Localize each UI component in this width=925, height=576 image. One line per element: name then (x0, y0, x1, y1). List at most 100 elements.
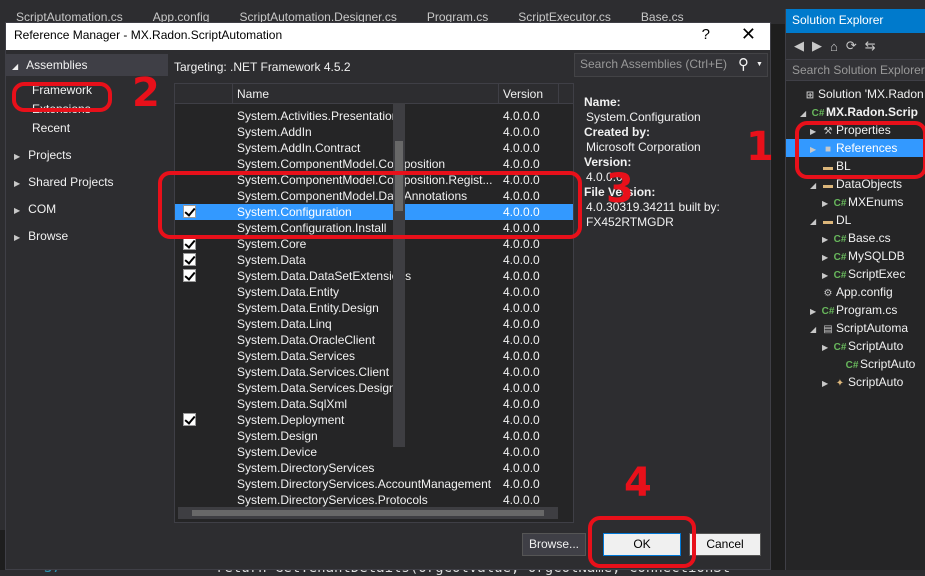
table-row[interactable]: System.Design 4.0.0.0 (175, 428, 573, 444)
back-icon[interactable]: ◀ (794, 38, 804, 54)
editor-tab[interactable]: App.config (137, 0, 224, 24)
search-icon[interactable]: ⚲ (738, 55, 749, 73)
table-row[interactable]: System.Data.Services.Client 4.0.0.0 (175, 364, 573, 380)
help-button[interactable]: ? (702, 26, 710, 43)
home-icon[interactable]: ⌂ (830, 39, 838, 54)
forward-icon[interactable]: ▶ (812, 38, 822, 54)
tree-item[interactable]: ▶ C# MySQLDB (786, 247, 925, 265)
tree-item[interactable]: ▶ C# ScriptAuto (786, 337, 925, 355)
tree-item[interactable]: ▶ ✦ ScriptAuto (786, 373, 925, 391)
checkbox-cell[interactable] (175, 316, 233, 332)
check-icon[interactable] (183, 413, 196, 426)
solution-search-input[interactable]: Search Solution Explorer (Ctrl+;) (786, 59, 925, 81)
table-row[interactable]: System.Data.Services 4.0.0.0 (175, 348, 573, 364)
check-icon[interactable] (183, 269, 196, 282)
table-row[interactable]: System.Data.DataSetExtensions 4.0.0.0 (175, 268, 573, 284)
checkbox-cell[interactable] (175, 332, 233, 348)
editor-tab[interactable]: ScriptAutomation.Designer.cs (223, 0, 410, 24)
table-row[interactable]: System.DirectoryServices.Protocols 4.0.0.… (175, 492, 573, 508)
table-row[interactable]: System.AddIn.Contract 4.0.0.0 (175, 140, 573, 156)
name-column-header[interactable]: Name (233, 84, 499, 103)
table-row[interactable]: System.Data.Linq 4.0.0.0 (175, 316, 573, 332)
close-button[interactable]: ✕ (741, 24, 756, 45)
assembly-name: System.DirectoryServices.AccountManageme… (237, 477, 492, 491)
assembly-name: System.ComponentModel.Composition (237, 157, 446, 171)
nav-shared-projects[interactable]: ▶ Shared Projects (6, 169, 168, 196)
checkbox-cell[interactable] (175, 252, 233, 268)
nav-browse-label: Browse (28, 229, 69, 243)
table-row[interactable]: System.Data 4.0.0.0 (175, 252, 573, 268)
table-row[interactable]: System.Device 4.0.0.0 (175, 444, 573, 460)
checkbox-cell[interactable] (175, 156, 233, 172)
nav-browse[interactable]: ▶ Browse (6, 223, 168, 250)
dialog-title: Reference Manager - MX.Radon.ScriptAutom… (14, 28, 283, 42)
table-row[interactable]: System.ComponentModel.Composition 4.0.0.0 (175, 156, 573, 172)
nav-com[interactable]: ▶ COM (6, 196, 168, 223)
tree-item[interactable]: ▶ C# MXEnums (786, 193, 925, 211)
table-row[interactable]: System.Deployment 4.0.0.0 (175, 412, 573, 428)
editor-tab[interactable]: Program.cs (411, 0, 502, 24)
table-row[interactable]: System.Data.Entity.Design 4.0.0.0 (175, 300, 573, 316)
left-nav: ◢ Assemblies Framework Extensions Recent … (6, 50, 168, 515)
checkbox-cell[interactable] (175, 428, 233, 444)
assembly-version: 4.0.0.0 (503, 365, 540, 379)
table-row[interactable]: System.Activities.Presentation 4.0.0.0 (175, 108, 573, 124)
browse-button[interactable]: Browse... (522, 533, 586, 556)
checkbox-cell[interactable] (175, 284, 233, 300)
checkbox-cell[interactable] (175, 300, 233, 316)
sync-icon[interactable]: ⇆ (865, 38, 876, 54)
editor-tab[interactable]: Base.cs (625, 0, 698, 24)
table-row[interactable]: System.Data.OracleClient 4.0.0.0 (175, 332, 573, 348)
tree-item[interactable]: ⚙ App.config (786, 283, 925, 301)
expand-icon[interactable]: ▶ (822, 375, 832, 393)
checkbox-cell[interactable] (175, 380, 233, 396)
assembly-name: System.Data.Linq (237, 317, 332, 331)
cancel-button[interactable]: Cancel (689, 533, 761, 556)
history-icon[interactable]: ⟳ (846, 38, 857, 54)
check-column-header[interactable] (175, 84, 233, 103)
nav-projects[interactable]: ▶ Projects (6, 142, 168, 169)
editor-tab[interactable]: ScriptExecutor.cs (502, 0, 625, 24)
table-row[interactable]: System.DirectoryServices.AccountManageme… (175, 476, 573, 492)
tree-item[interactable]: ▶ C# Program.cs (786, 301, 925, 319)
tree-item[interactable]: ◢ C# MX.Radon.Scrip (786, 103, 925, 121)
editor-tab[interactable]: ScriptAutomation.cs (0, 0, 137, 24)
tree-item[interactable]: C# ScriptAuto (786, 355, 925, 373)
table-row[interactable]: System.DirectoryServices 4.0.0.0 (175, 460, 573, 476)
checkbox-cell[interactable] (175, 348, 233, 364)
grid-header: Name Version (175, 84, 573, 104)
checkbox-cell[interactable] (175, 364, 233, 380)
checkbox-cell[interactable] (175, 140, 233, 156)
checkbox-cell[interactable] (175, 396, 233, 412)
checkbox-cell[interactable] (175, 476, 233, 492)
expand-icon: ▶ (14, 179, 21, 188)
tree-item[interactable]: ▶ C# Base.cs (786, 229, 925, 247)
checkbox-cell[interactable] (175, 412, 233, 428)
resource-icon: ✦ (835, 378, 845, 389)
checkbox-cell[interactable] (175, 460, 233, 476)
chevron-down-icon[interactable]: ▼ (756, 61, 763, 68)
nav-recent[interactable]: Recent (6, 119, 168, 138)
checkbox-cell[interactable] (175, 444, 233, 460)
check-icon[interactable] (183, 253, 196, 266)
checkbox-cell[interactable] (175, 492, 233, 508)
tree-item-label: DataObjects (836, 177, 903, 191)
tree-item-label: Program.cs (836, 303, 898, 317)
details-name-label: Name: (584, 95, 621, 109)
table-row[interactable]: System.Data.Services.Design 4.0.0.0 (175, 380, 573, 396)
checkbox-cell[interactable] (175, 108, 233, 124)
tree-item[interactable]: ◢ ▬ DL (786, 211, 925, 229)
version-column-header[interactable]: Version (499, 84, 559, 103)
horizontal-scroll-thumb[interactable] (192, 510, 544, 516)
table-row[interactable]: System.Data.SqlXml 4.0.0.0 (175, 396, 573, 412)
tree-item[interactable]: ◢ ▤ ScriptAutoma (786, 319, 925, 337)
tree-item[interactable]: ▶ C# ScriptExec (786, 265, 925, 283)
tree-item[interactable]: ⊞ Solution 'MX.Radon (786, 85, 925, 103)
table-row[interactable]: System.Data.Entity 4.0.0.0 (175, 284, 573, 300)
table-row[interactable]: System.AddIn 4.0.0.0 (175, 124, 573, 140)
editor-scroll-strip (771, 24, 785, 530)
checkbox-cell[interactable] (175, 268, 233, 284)
tree-item-label: ScriptAuto (848, 339, 904, 353)
annotation-number-3: 3 (606, 166, 634, 212)
checkbox-cell[interactable] (175, 124, 233, 140)
